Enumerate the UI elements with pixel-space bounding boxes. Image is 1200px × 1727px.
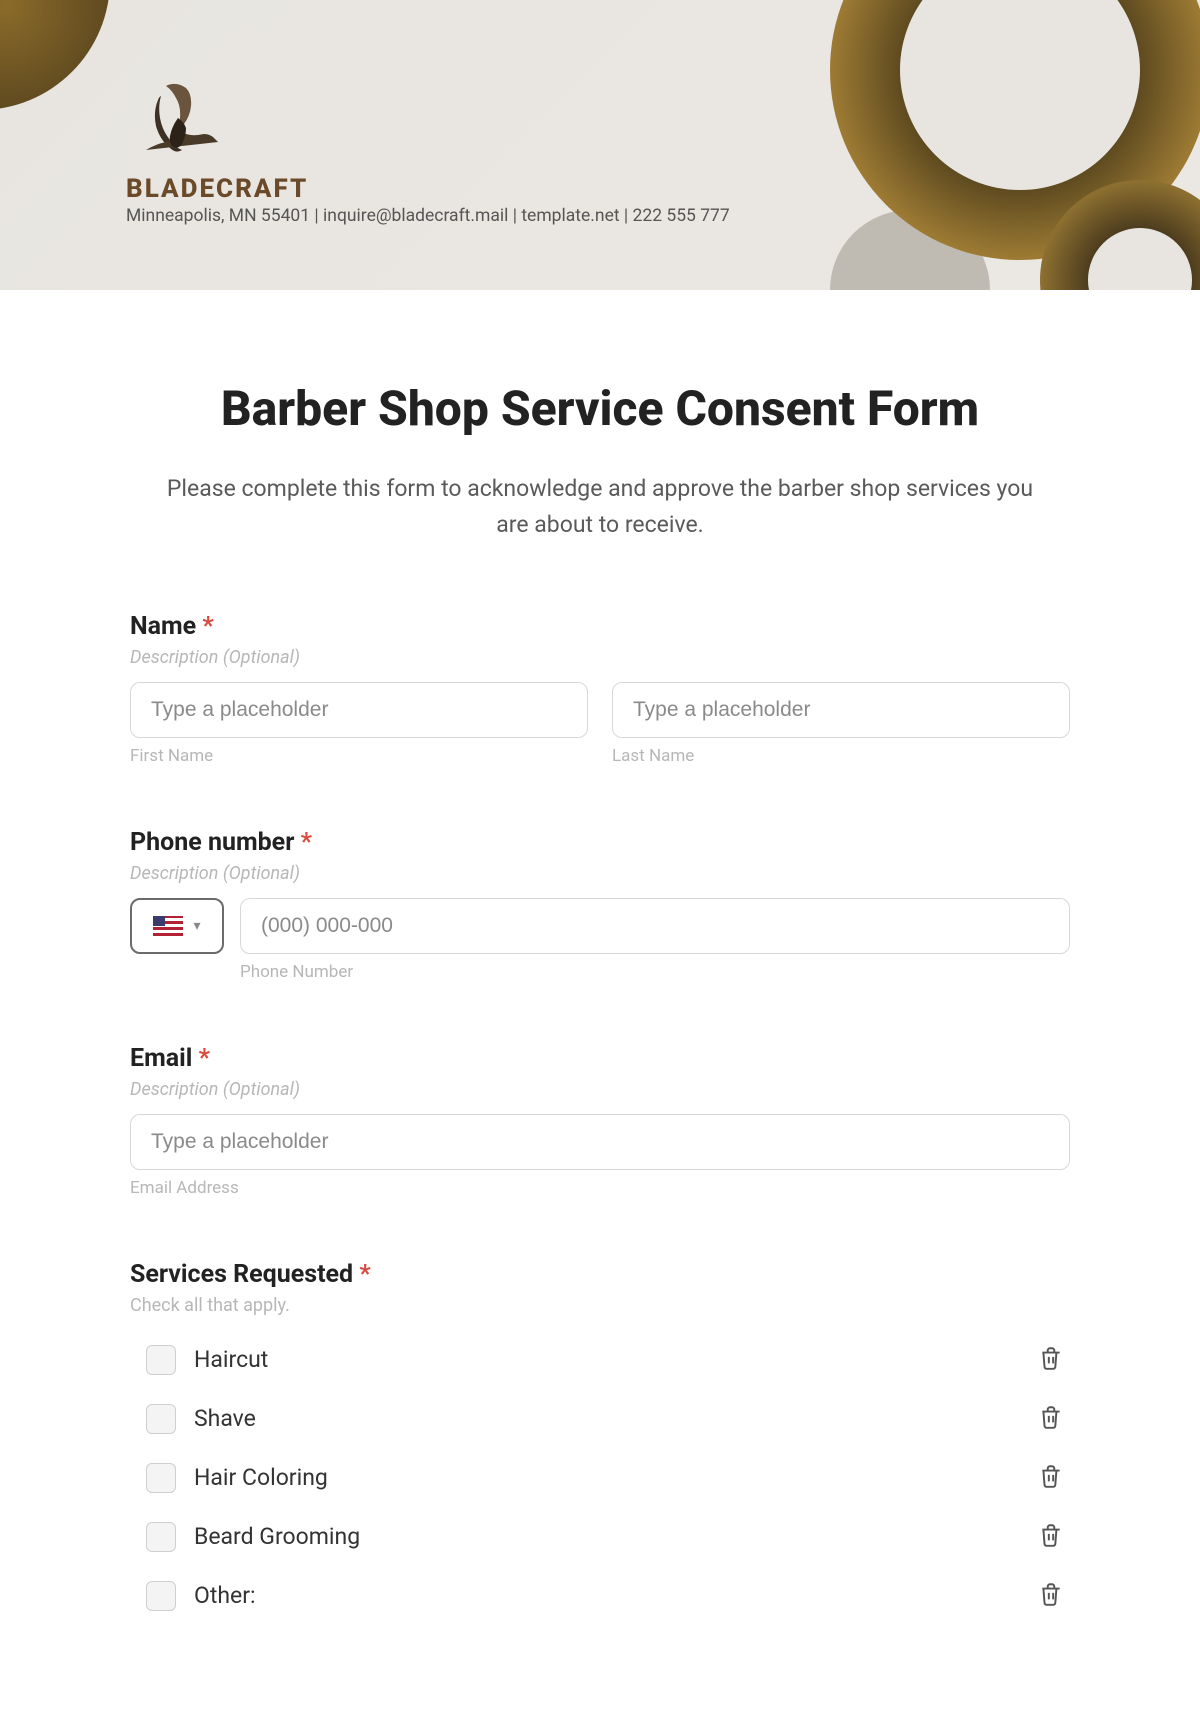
phone-field-group: Phone number * Description (Optional) ▾ … [130, 828, 1070, 982]
brand-block: BLADECRAFT Minneapolis, MN 55401 | inqui… [126, 78, 730, 226]
header-banner: BLADECRAFT Minneapolis, MN 55401 | inqui… [0, 0, 1200, 290]
services-description: Check all that apply. [130, 1295, 1070, 1316]
phone-sublabel: Phone Number [240, 962, 1070, 982]
email-sublabel: Email Address [130, 1178, 1070, 1198]
service-option-row: Hair Coloring [130, 1448, 1070, 1507]
form-subtitle: Please complete this form to acknowledge… [150, 471, 1050, 542]
delete-option-button[interactable] [1034, 1517, 1068, 1556]
delete-option-button[interactable] [1034, 1340, 1068, 1379]
trash-icon [1038, 1580, 1064, 1608]
service-option-row: Haircut [130, 1330, 1070, 1389]
email-input[interactable] [130, 1114, 1070, 1170]
name-label-text: Name [130, 612, 196, 641]
us-flag-icon [153, 916, 183, 936]
services-field-group: Services Requested * Check all that appl… [130, 1260, 1070, 1625]
required-asterisk: * [359, 1260, 370, 1289]
service-option-row: Other: [130, 1566, 1070, 1625]
phone-description: Description (Optional) [130, 863, 1070, 884]
trash-icon [1038, 1521, 1064, 1549]
delete-option-button[interactable] [1034, 1576, 1068, 1615]
last-name-input[interactable] [612, 682, 1070, 738]
name-description: Description (Optional) [130, 647, 1070, 668]
first-name-sublabel: First Name [130, 746, 588, 766]
trash-icon [1038, 1403, 1064, 1431]
required-asterisk: * [301, 828, 312, 857]
services-label: Services Requested * [130, 1260, 1070, 1289]
service-option-row: Shave [130, 1389, 1070, 1448]
checkbox-other[interactable] [146, 1581, 176, 1611]
decorative-circle [0, 0, 110, 110]
phone-input[interactable] [240, 898, 1070, 954]
email-label: Email * [130, 1044, 1070, 1073]
service-option-label: Other: [194, 1582, 256, 1609]
service-option-label: Shave [194, 1405, 256, 1432]
service-option-label: Hair Coloring [194, 1464, 328, 1491]
trash-icon [1038, 1344, 1064, 1372]
service-option-row: Beard Grooming [130, 1507, 1070, 1566]
name-label: Name * [130, 612, 1070, 641]
email-field-group: Email * Description (Optional) Email Add… [130, 1044, 1070, 1198]
country-code-select[interactable]: ▾ [130, 898, 224, 954]
checkbox-shave[interactable] [146, 1404, 176, 1434]
services-label-text: Services Requested [130, 1260, 353, 1289]
required-asterisk: * [202, 612, 213, 641]
phone-label-text: Phone number [130, 828, 294, 857]
delete-option-button[interactable] [1034, 1458, 1068, 1497]
service-option-label: Haircut [194, 1346, 268, 1373]
name-field-group: Name * Description (Optional) First Name… [130, 612, 1070, 766]
last-name-sublabel: Last Name [612, 746, 1070, 766]
form-content: Barber Shop Service Consent Form Please … [0, 290, 1200, 1727]
brand-name: BLADECRAFT [126, 174, 730, 204]
first-name-input[interactable] [130, 682, 588, 738]
form-title: Barber Shop Service Consent Form [130, 380, 1070, 437]
brand-contact: Minneapolis, MN 55401 | inquire@bladecra… [126, 206, 730, 226]
service-option-label: Beard Grooming [194, 1523, 360, 1550]
phone-label: Phone number * [130, 828, 1070, 857]
checkbox-haircut[interactable] [146, 1345, 176, 1375]
email-description: Description (Optional) [130, 1079, 1070, 1100]
trash-icon [1038, 1462, 1064, 1490]
chevron-down-icon: ▾ [193, 918, 200, 934]
required-asterisk: * [199, 1044, 210, 1073]
email-label-text: Email [130, 1044, 192, 1073]
checkbox-beard-grooming[interactable] [146, 1522, 176, 1552]
checkbox-hair-coloring[interactable] [146, 1463, 176, 1493]
delete-option-button[interactable] [1034, 1399, 1068, 1438]
brand-logo [126, 78, 730, 168]
